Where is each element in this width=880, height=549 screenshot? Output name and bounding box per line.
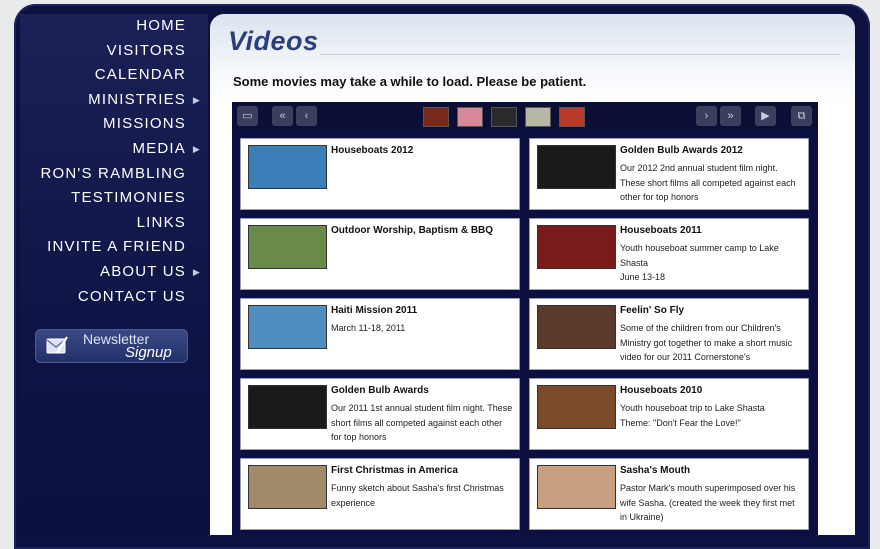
nav-list: HOME VISITORS CALENDAR MINISTRIES ▶ MISSIONS M…: [20, 14, 208, 309]
strip-thumbnail[interactable]: [559, 107, 585, 127]
video-title: Feelin' So Fly: [620, 305, 685, 316]
video-title: Haiti Mission 2011: [331, 305, 418, 316]
video-title: Golden Bulb Awards: [331, 385, 429, 396]
video-card[interactable]: Haiti Mission 2011 March 11-18, 2011: [240, 298, 520, 370]
main-nav: HOME VISITORS CALENDAR MINISTRIES ▶ MISSIONS M…: [20, 14, 208, 535]
nav-item-contact-us[interactable]: CONTACT US: [20, 285, 208, 310]
newsletter-icon: [46, 336, 68, 354]
video-description: Our 2011 1st annual student film night. …: [331, 403, 513, 443]
nav-item-label: VISITORS: [106, 41, 186, 59]
video-title: Houseboats 2012: [331, 145, 414, 156]
video-card[interactable]: Houseboats 2011 Youth houseboat summer ca…: [529, 218, 809, 290]
video-title: Houseboats 2011: [620, 225, 702, 236]
title-divider: [320, 54, 840, 55]
video-thumbnail[interactable]: [537, 465, 616, 509]
strip-thumbnail[interactable]: [525, 107, 551, 127]
video-title: Sasha's Mouth: [620, 465, 691, 476]
video-thumbnail[interactable]: [537, 145, 616, 189]
video-title: Golden Bulb Awards 2012: [620, 145, 743, 156]
last-page-icon[interactable]: »: [720, 106, 741, 126]
video-card[interactable]: Golden Bulb Awards 2012 Our 2012 2nd annu…: [529, 138, 809, 210]
nav-item-label: LINKS: [136, 213, 186, 231]
next-page-icon[interactable]: ›: [696, 106, 717, 126]
video-title: Outdoor Worship, Baptism & BBQ: [331, 225, 494, 236]
video-thumbnail[interactable]: [537, 385, 616, 429]
video-description: Funny sketch about Sasha's first Christm…: [331, 483, 504, 508]
video-description: Some of the children from our Children's…: [620, 323, 793, 363]
strip-thumbnail[interactable]: [491, 107, 517, 127]
nav-item-links[interactable]: LINKS: [20, 211, 208, 236]
video-card[interactable]: Houseboats 2012: [240, 138, 520, 210]
video-gallery: ▭ « ‹ › » ▶ ⧉ Houseboats 2012 Golden Bulb…: [232, 102, 818, 535]
video-card[interactable]: Golden Bulb Awards Our 2011 1st annual st…: [240, 378, 520, 450]
prev-page-icon[interactable]: ‹: [296, 106, 317, 126]
video-thumbnail[interactable]: [537, 305, 616, 349]
fullscreen-icon[interactable]: ▭: [237, 106, 258, 126]
load-notice: Some movies may take a while to load. Pl…: [233, 74, 587, 89]
video-thumbnail[interactable]: [537, 225, 616, 269]
video-description: Pastor Mark's mouth superimposed over hi…: [620, 483, 796, 523]
video-description: Youth houseboat trip to Lake Shasta Them…: [620, 403, 765, 428]
signup-label: Signup: [125, 344, 172, 361]
nav-item-ron-s-rambling[interactable]: RON'S RAMBLING: [20, 162, 208, 187]
nav-item-calendar[interactable]: CALENDAR: [20, 63, 208, 88]
first-page-icon[interactable]: «: [272, 106, 293, 126]
newsletter-signup-button[interactable]: Newsletter Signup: [35, 329, 188, 363]
nav-item-label: MINISTRIES: [88, 90, 186, 108]
nav-item-about-us[interactable]: ABOUT US ▶: [20, 260, 208, 285]
content-panel: Videos Some movies may take a while to l…: [210, 14, 855, 535]
video-thumbnail[interactable]: [248, 225, 327, 269]
page-title: Videos: [228, 26, 319, 56]
video-description: Youth houseboat summer camp to Lake Shas…: [620, 243, 779, 283]
nav-item-ministries[interactable]: MINISTRIES ▶: [20, 88, 208, 113]
nav-item-label: RON'S RAMBLING: [40, 164, 186, 182]
nav-item-label: MEDIA: [132, 139, 186, 157]
submenu-arrow-icon: ▶: [192, 266, 201, 277]
popout-icon[interactable]: ⧉: [791, 106, 812, 126]
nav-item-visitors[interactable]: VISITORS: [20, 39, 208, 64]
video-card[interactable]: Outdoor Worship, Baptism & BBQ: [240, 218, 520, 290]
nav-item-label: CONTACT US: [77, 287, 186, 305]
nav-item-label: ABOUT US: [99, 262, 186, 280]
video-thumbnail[interactable]: [248, 465, 327, 509]
nav-item-testimonies[interactable]: TESTIMONIES: [20, 186, 208, 211]
video-thumbnail[interactable]: [248, 145, 327, 189]
video-description: Our 2012 2nd annual student film night. …: [620, 163, 796, 203]
video-card[interactable]: Houseboats 2010 Youth houseboat trip to L…: [529, 378, 809, 450]
video-description: March 11-18, 2011: [331, 323, 406, 333]
video-thumbnail[interactable]: [248, 385, 327, 429]
video-title: Houseboats 2010: [620, 385, 703, 396]
nav-item-label: MISSIONS: [103, 115, 186, 133]
submenu-arrow-icon: ▶: [192, 94, 201, 105]
video-card[interactable]: Feelin' So Fly Some of the children from …: [529, 298, 809, 370]
play-icon[interactable]: ▶: [755, 106, 776, 126]
submenu-arrow-icon: ▶: [192, 143, 201, 154]
nav-item-missions[interactable]: MISSIONS: [20, 112, 208, 137]
gallery-toolbar: ▭ « ‹ › » ▶ ⧉: [232, 102, 818, 130]
video-card[interactable]: Sasha's Mouth Pastor Mark's mouth superim…: [529, 458, 809, 530]
nav-item-home[interactable]: HOME: [20, 14, 208, 39]
nav-item-label: CALENDAR: [94, 66, 186, 84]
strip-thumbnail[interactable]: [423, 107, 449, 127]
strip-thumbnail[interactable]: [457, 107, 483, 127]
nav-item-media[interactable]: MEDIA ▶: [20, 137, 208, 162]
video-card[interactable]: First Christmas in America Funny sketch a…: [240, 458, 520, 530]
nav-item-invite-a-friend[interactable]: INVITE A FRIEND: [20, 235, 208, 260]
nav-item-label: HOME: [136, 17, 186, 34]
video-title: First Christmas in America: [331, 465, 458, 476]
video-thumbnail[interactable]: [248, 305, 327, 349]
nav-item-label: TESTIMONIES: [71, 189, 186, 207]
nav-item-label: INVITE A FRIEND: [47, 238, 186, 256]
